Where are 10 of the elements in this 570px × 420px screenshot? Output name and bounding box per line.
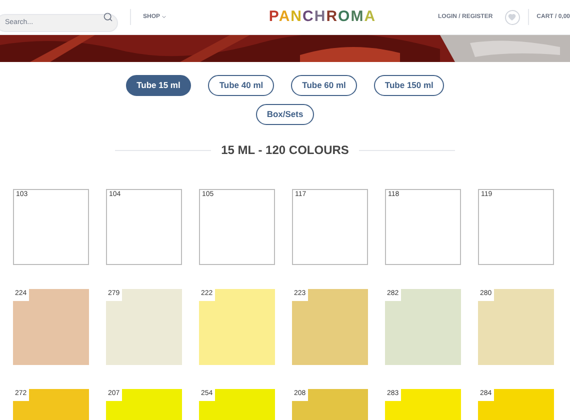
section-title: 15 ML - 120 COLOURS bbox=[221, 142, 349, 159]
chevron-down-icon bbox=[161, 14, 168, 20]
size-tab[interactable]: Tube 60 ml bbox=[291, 75, 357, 96]
size-tab[interactable]: Tube 150 ml bbox=[374, 75, 444, 96]
size-tab[interactable]: Tube 15 ml bbox=[126, 75, 192, 96]
logo[interactable]: PANCHROMA bbox=[268, 6, 376, 28]
size-tab[interactable]: Box/Sets bbox=[256, 104, 314, 125]
heart-icon bbox=[508, 13, 516, 21]
search-icon[interactable] bbox=[103, 12, 113, 22]
size-tab[interactable]: Tube 40 ml bbox=[208, 75, 274, 96]
